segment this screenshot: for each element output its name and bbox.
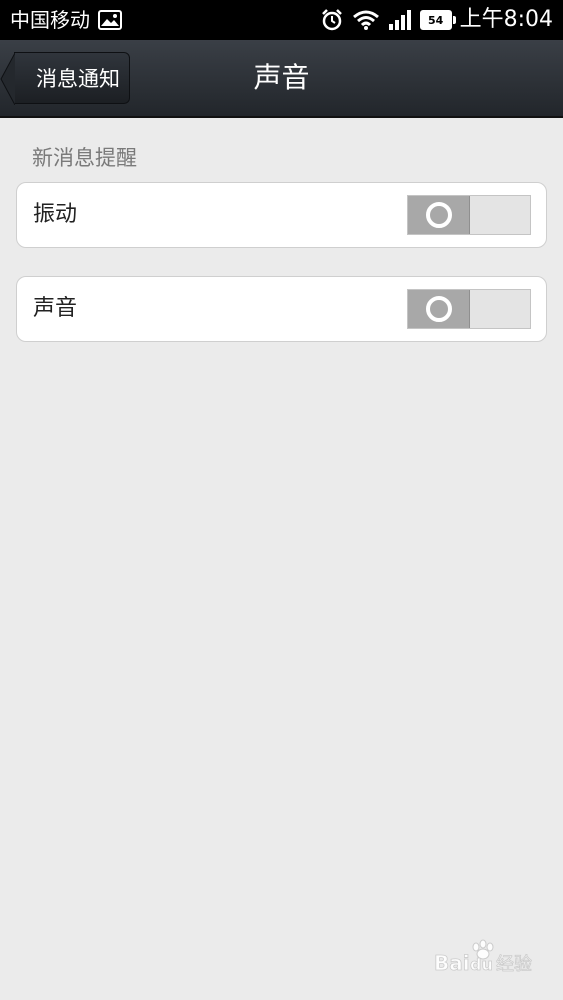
carrier-name: 中国移动	[10, 8, 90, 32]
svg-text:Bai: Bai	[434, 951, 470, 975]
vibrate-toggle[interactable]	[407, 195, 531, 235]
toggle-off-icon	[425, 202, 452, 228]
back-button-label: 消息通知	[36, 67, 120, 91]
toggle-thumb	[408, 196, 470, 234]
svg-text:du: du	[470, 955, 493, 974]
wifi-icon	[352, 9, 380, 31]
svg-text:经验: 经验	[496, 954, 532, 975]
back-button[interactable]: 消息通知	[0, 52, 130, 105]
alarm-icon	[320, 8, 344, 32]
toggle-thumb	[408, 290, 470, 328]
sound-setting-row[interactable]: 声音	[16, 276, 547, 342]
sound-toggle[interactable]	[407, 289, 531, 329]
title-bar: 声音 消息通知	[0, 40, 563, 118]
signal-icon	[388, 9, 412, 31]
baidu-jingyan-watermark-logo: Bai du 经验	[432, 938, 542, 978]
vibrate-setting-row[interactable]: 振动	[16, 182, 547, 248]
clock: 上午8:04	[459, 7, 553, 32]
section-header: 新消息提醒	[32, 146, 137, 170]
sound-label: 声音	[33, 296, 78, 321]
image-icon	[98, 10, 122, 30]
battery-icon: 54	[419, 10, 456, 30]
status-bar: 中国移动 54 上午8:04	[0, 0, 563, 40]
toggle-off-icon	[425, 296, 452, 322]
vibrate-label: 振动	[33, 202, 78, 227]
